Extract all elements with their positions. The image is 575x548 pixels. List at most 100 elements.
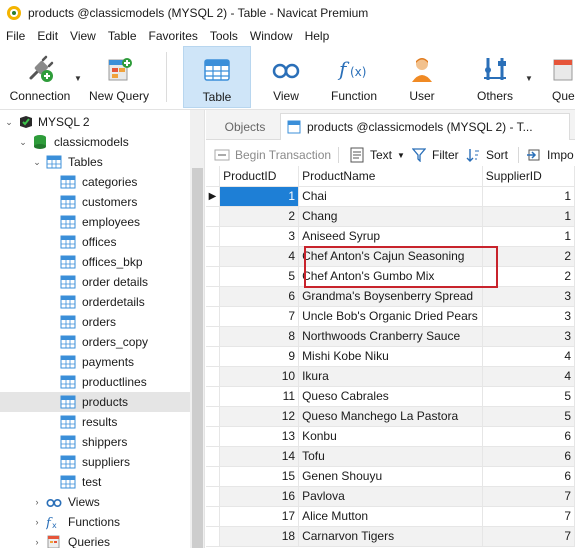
cell-supplierid[interactable]: 7 [482, 486, 575, 507]
cell-supplierid[interactable]: 1 [482, 226, 575, 247]
menu-file[interactable]: File [0, 29, 31, 43]
cell-productname[interactable]: Grandma's Boysenberry Spread [298, 286, 483, 307]
row-indicator[interactable] [206, 206, 221, 227]
cell-productid[interactable]: 17 [219, 506, 300, 527]
cell-productid[interactable]: 18 [219, 526, 300, 547]
cell-productid[interactable]: 14 [219, 446, 300, 467]
tree-table-item[interactable]: offices_bkp [0, 252, 190, 272]
table-row[interactable]: 10 Ikura 4 [206, 366, 575, 387]
begin-transaction-button[interactable]: Begin Transaction [214, 146, 331, 164]
cell-productid[interactable]: 15 [219, 466, 300, 487]
tree-table-item[interactable]: products [0, 392, 190, 412]
table-row[interactable]: 4 Chef Anton's Cajun Seasoning 2 [206, 246, 575, 267]
tree-table-item[interactable]: results [0, 412, 190, 432]
row-indicator[interactable] [206, 526, 221, 547]
table-row[interactable]: 3 Aniseed Syrup 1 [206, 226, 575, 247]
tree-functions-group[interactable]: › fx Functions [0, 512, 190, 532]
new-query-button[interactable]: New Query [86, 46, 152, 108]
cell-productid[interactable]: 8 [219, 326, 300, 347]
cell-productname[interactable]: Queso Manchego La Pastora [298, 406, 483, 427]
tree-table-item[interactable]: offices [0, 232, 190, 252]
expand-chevron-icon[interactable]: › [32, 537, 42, 547]
cell-productid[interactable]: 5 [219, 266, 300, 287]
column-header-productname[interactable]: ProductName [298, 166, 483, 187]
cell-productname[interactable]: Carnarvon Tigers [298, 526, 483, 547]
cell-productname[interactable]: Queso Cabrales [298, 386, 483, 407]
row-indicator[interactable] [206, 326, 221, 347]
tree-table-item[interactable]: employees [0, 212, 190, 232]
table-row[interactable]: 2 Chang 1 [206, 206, 575, 227]
cell-productid[interactable]: 1 [219, 186, 300, 207]
cell-productname[interactable]: Uncle Bob's Organic Dried Pears [298, 306, 483, 327]
cell-supplierid[interactable]: 1 [482, 186, 575, 207]
column-header-supplierid[interactable]: SupplierID [482, 166, 575, 187]
menu-edit[interactable]: Edit [31, 29, 64, 43]
cell-productname[interactable]: Chai [298, 186, 483, 207]
cell-productid[interactable]: 10 [219, 366, 300, 387]
cell-productid[interactable]: 4 [219, 246, 300, 267]
table-row[interactable]: 16 Pavlova 7 [206, 486, 575, 507]
tree-table-item[interactable]: suppliers [0, 452, 190, 472]
tree-table-item[interactable]: orders_copy [0, 332, 190, 352]
others-dropdown-caret-icon[interactable]: ▼ [525, 74, 533, 83]
filter-button[interactable]: Filter [411, 146, 459, 164]
tree-table-item[interactable]: test [0, 472, 190, 492]
menu-table[interactable]: Table [102, 29, 143, 43]
cell-productname[interactable]: Chef Anton's Cajun Seasoning [298, 246, 483, 267]
collapse-chevron-icon[interactable]: ⌄ [32, 157, 42, 168]
collapse-chevron-icon[interactable]: ⌄ [4, 117, 14, 128]
table-row[interactable]: ▶ 1 Chai 1 [206, 186, 575, 207]
tree-tables-group[interactable]: ⌄ Tables [0, 152, 190, 172]
table-row[interactable]: 18 Carnarvon Tigers 7 [206, 526, 575, 547]
cell-supplierid[interactable]: 2 [482, 266, 575, 287]
row-indicator[interactable] [206, 306, 221, 327]
cell-productname[interactable]: Chang [298, 206, 483, 227]
menu-help[interactable]: Help [299, 29, 336, 43]
row-indicator[interactable] [206, 506, 221, 527]
table-row[interactable]: 6 Grandma's Boysenberry Spread 3 [206, 286, 575, 307]
tree-table-item[interactable]: shippers [0, 432, 190, 452]
cell-supplierid[interactable]: 7 [482, 526, 575, 547]
text-view-button[interactable]: Text ▼ [349, 146, 405, 164]
cell-productid[interactable]: 13 [219, 426, 300, 447]
sidebar-scrollbar-thumb[interactable] [192, 168, 203, 548]
row-indicator[interactable] [206, 346, 221, 367]
cell-productname[interactable]: Aniseed Syrup [298, 226, 483, 247]
row-indicator[interactable] [206, 226, 221, 247]
cell-supplierid[interactable]: 3 [482, 286, 575, 307]
table-row[interactable]: 14 Tofu 6 [206, 446, 575, 467]
tree-table-item[interactable]: order details [0, 272, 190, 292]
tree-connection-mysql2[interactable]: ⌄ MYSQL 2 [0, 112, 190, 132]
cell-supplierid[interactable]: 1 [482, 206, 575, 227]
cell-productname[interactable]: Konbu [298, 426, 483, 447]
row-indicator[interactable] [206, 266, 221, 287]
table-row[interactable]: 8 Northwoods Cranberry Sauce 3 [206, 326, 575, 347]
cell-supplierid[interactable]: 4 [482, 366, 575, 387]
menu-window[interactable]: Window [244, 29, 299, 43]
tree-table-item[interactable]: productlines [0, 372, 190, 392]
cell-productname[interactable]: Genen Shouyu [298, 466, 483, 487]
table-row[interactable]: 11 Queso Cabrales 5 [206, 386, 575, 407]
row-indicator[interactable] [206, 466, 221, 487]
table-button[interactable]: Table [183, 46, 251, 108]
row-indicator[interactable] [206, 286, 221, 307]
table-row[interactable]: 15 Genen Shouyu 6 [206, 466, 575, 487]
cell-supplierid[interactable]: 5 [482, 386, 575, 407]
cell-productid[interactable]: 11 [219, 386, 300, 407]
row-indicator[interactable] [206, 426, 221, 447]
table-row[interactable]: 7 Uncle Bob's Organic Dried Pears 3 [206, 306, 575, 327]
row-indicator[interactable] [206, 486, 221, 507]
import-button[interactable]: Impo [526, 146, 574, 164]
tree-table-item[interactable]: customers [0, 192, 190, 212]
menu-tools[interactable]: Tools [204, 29, 244, 43]
cell-supplierid[interactable]: 3 [482, 306, 575, 327]
expand-chevron-icon[interactable]: › [32, 517, 42, 527]
cell-productname[interactable]: Mishi Kobe Niku [298, 346, 483, 367]
sidebar-scrollbar[interactable] [190, 110, 204, 548]
others-button[interactable]: Others [468, 46, 522, 108]
table-row[interactable]: 13 Konbu 6 [206, 426, 575, 447]
cell-supplierid[interactable]: 7 [482, 506, 575, 527]
menu-view[interactable]: View [64, 29, 102, 43]
cell-productname[interactable]: Pavlova [298, 486, 483, 507]
function-button[interactable]: f (x) Function [322, 46, 386, 108]
